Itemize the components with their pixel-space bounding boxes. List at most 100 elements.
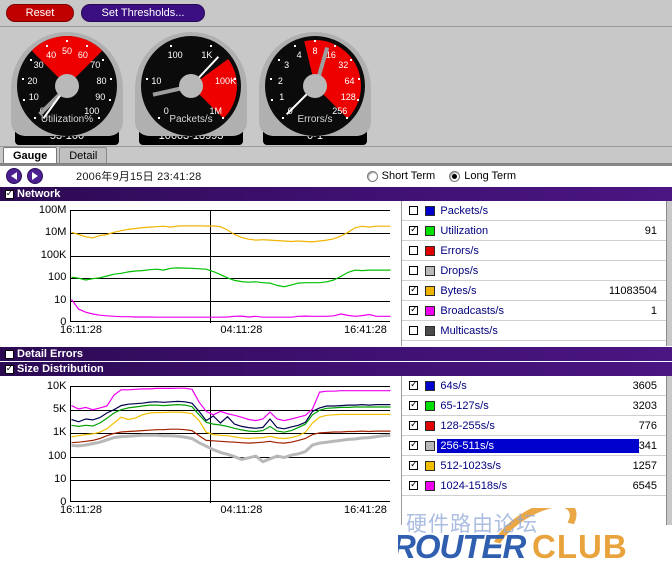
legend-checkbox[interactable]: ✓ (409, 206, 419, 215)
legend-row[interactable]: ✓ 65-127s/s 3203 (402, 396, 667, 416)
gauge-hub (303, 74, 327, 98)
legend-row[interactable]: ✓ Broadcasts/s 1 (402, 301, 667, 321)
section-header-size-distribution[interactable]: ✓ Size Distribution (0, 361, 672, 376)
gauge-tick (271, 98, 274, 101)
gauge-tick (277, 58, 280, 61)
gauge-tick-label: 50 (61, 46, 73, 56)
tab-bar: Gauge Detail (0, 147, 672, 164)
detail-errors-checkbox[interactable]: ✓ (5, 349, 14, 359)
gauge-tick (210, 44, 213, 47)
legend-checkbox[interactable]: ✓ (409, 266, 419, 275)
size-distribution-checkbox[interactable]: ✓ (5, 364, 14, 374)
size-distribution-legend: ✓ 64s/s 3605 ✓ 65-127s/s 3203 ✓ 128-255s/s 776 ✓ 2… (401, 376, 667, 525)
gauge-tick (45, 44, 48, 47)
series-line (71, 299, 391, 318)
size-distribution-chart[interactable]: 10K 5K 1K 100 10 0 16:11:28 04:11:28 16:41:28 (0, 376, 402, 525)
detail-toolbar: 2006年9月15日 23:41:28 Short Term Long Term (0, 164, 672, 186)
gauge-tick-label: 2 (277, 75, 283, 86)
series-line (71, 225, 391, 243)
legend-color-swatch (425, 205, 436, 216)
legend-color-swatch (425, 305, 436, 316)
prev-button[interactable] (6, 168, 22, 184)
tab-detail[interactable]: Detail (59, 147, 108, 163)
gauge-packets: 0101001K100K1MPackets/s10663-18993 (132, 32, 250, 145)
legend-color-swatch (425, 420, 436, 431)
legend-row[interactable]: ✓ 1024-1518s/s 6545 (402, 476, 667, 496)
triangle-right-icon (32, 172, 38, 180)
legend-row[interactable]: ✓ Drops/s (402, 261, 667, 281)
legend-label: Broadcasts/s (440, 304, 504, 317)
x-axis-tick-label: 04:11:28 (220, 324, 263, 336)
term-radio-group: Short Term Long Term (366, 170, 526, 182)
section-header-network[interactable]: ✓ Network (0, 186, 672, 201)
legend-checkbox[interactable]: ✓ (409, 306, 419, 315)
set-thresholds-button[interactable]: Set Thresholds... (81, 4, 205, 22)
legend-color-swatch (425, 245, 436, 256)
gauge-utilization: 0102030405060708090100Utilization%53-100 (8, 32, 126, 145)
legend-checkbox[interactable]: ✓ (409, 226, 419, 235)
legend-row[interactable]: ✓ 128-255s/s 776 (402, 416, 667, 436)
legend-color-swatch (425, 400, 436, 411)
legend-row[interactable]: ✓ Utilization 91 (402, 221, 667, 241)
y-axis-tick-label: 100K (40, 248, 67, 261)
legend-label: 65-127s/s (440, 399, 489, 412)
legend-row[interactable]: ✓ 64s/s 3605 (402, 376, 667, 396)
legend-value: 91 (644, 224, 658, 237)
legend-label: Drops/s (440, 264, 479, 277)
legend-row[interactable]: ✓ Multicasts/s (402, 321, 667, 341)
legend-label: 512-1023s/s (440, 459, 501, 472)
legend-checkbox[interactable]: ✓ (409, 461, 419, 470)
legend-row[interactable]: ✓ 512-1023s/s 1257 (402, 456, 667, 476)
legend-value: 1 (650, 304, 658, 317)
next-button[interactable] (27, 168, 43, 184)
legend-value: 776 (638, 419, 658, 432)
section-header-detail-errors[interactable]: ✓ Detail Errors (0, 346, 672, 361)
legend-row[interactable]: ✓ 256-511s/s 341 (402, 436, 667, 456)
gauge-tick-label: 60 (77, 49, 88, 60)
size-distribution-chart-row: 10K 5K 1K 100 10 0 16:11:28 04:11:28 16:41:28 ✓ 6… (0, 376, 672, 525)
legend-row[interactable]: ✓ Errors/s (402, 241, 667, 261)
tab-gauge[interactable]: Gauge (3, 147, 58, 163)
gauge-tick (102, 58, 105, 61)
legend-value: 3605 (632, 379, 658, 392)
legend-checkbox[interactable]: ✓ (409, 326, 419, 335)
legend-checkbox[interactable]: ✓ (409, 246, 419, 255)
legend-label: Errors/s (440, 244, 479, 257)
network-chart[interactable]: 100M 10M 100K 100 10 0 16:11:28 04:11:28 16:41:2… (0, 201, 402, 346)
legend-value: 11083504 (608, 284, 658, 297)
legend-checkbox[interactable]: ✓ (409, 481, 419, 490)
legend-checkbox[interactable]: ✓ (409, 381, 419, 390)
chart-scroll-gutter-2[interactable] (666, 376, 672, 525)
gauge-tick (21, 77, 24, 80)
gauge-tick (23, 98, 26, 101)
series-line (71, 411, 391, 440)
long-term-radio[interactable] (449, 170, 461, 182)
y-axis-tick-label: 5K (52, 403, 67, 416)
network-checkbox[interactable]: ✓ (5, 189, 14, 199)
legend-checkbox[interactable]: ✓ (409, 286, 419, 295)
legend-color-swatch (425, 480, 436, 491)
legend-value: 1257 (632, 459, 658, 472)
legend-checkbox[interactable]: ✓ (409, 421, 419, 430)
timestamp-label: 2006年9月15日 23:41:28 (76, 171, 202, 183)
legend-checkbox[interactable]: ✓ (409, 401, 419, 410)
y-axis-tick-label: 10 (54, 472, 67, 485)
gauge-title: Errors/s (297, 114, 333, 125)
y-axis-tick-label: 1K (52, 426, 67, 439)
gauge-tick (269, 77, 272, 80)
watermark-club: CLUB (532, 528, 628, 564)
watermark-router: ROUTER (398, 528, 526, 564)
gauge-tick-label: 4 (296, 49, 302, 60)
short-term-radio[interactable] (366, 170, 378, 182)
legend-row[interactable]: ✓ Packets/s (402, 201, 667, 221)
top-toolbar: Reset Set Thresholds... (0, 0, 672, 27)
legend-checkbox[interactable]: ✓ (409, 441, 419, 450)
series-line (71, 267, 391, 288)
gauge-tick (110, 77, 113, 80)
chart-scroll-gutter[interactable] (666, 201, 672, 346)
legend-row[interactable]: ✓ Bytes/s 11083504 (402, 281, 667, 301)
long-term-label: Long Term (464, 170, 516, 182)
legend-label: Utilization (440, 224, 489, 237)
reset-button[interactable]: Reset (6, 4, 74, 22)
legend-label: 256-511s/s (437, 438, 639, 453)
